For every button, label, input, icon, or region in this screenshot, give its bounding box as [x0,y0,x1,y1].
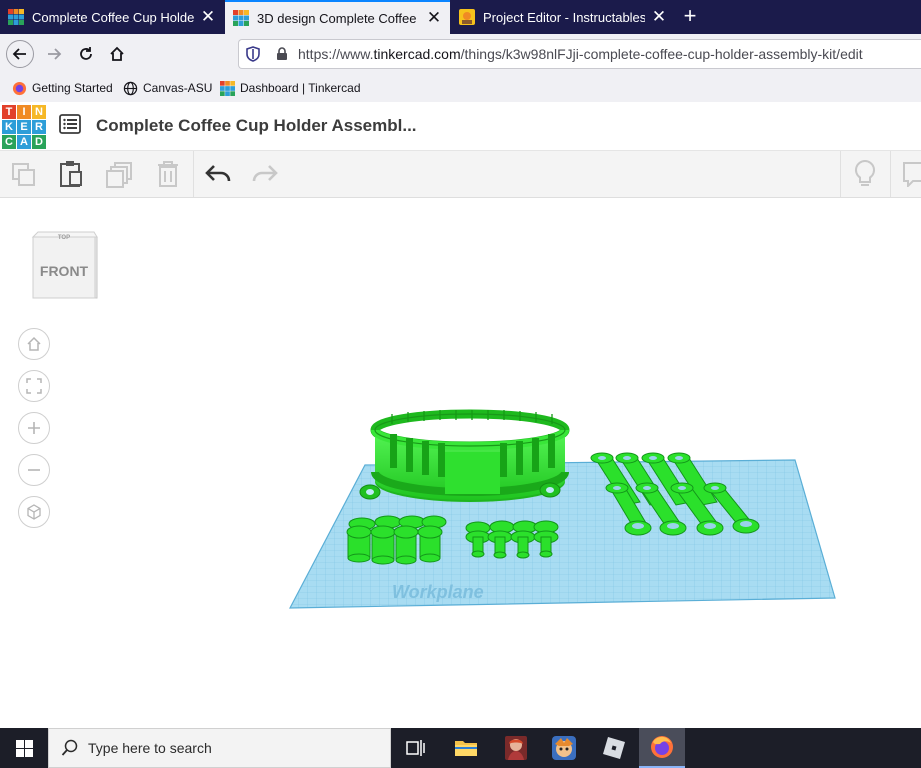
url-prefix: https://www. [298,46,374,62]
notes-icon[interactable] [900,161,921,187]
folder-icon [455,741,477,756]
firefox-icon [12,81,27,95]
delete-icon[interactable] [156,160,180,188]
browser-tab[interactable]: Complete Coffee Cup Holder A ✕ [0,0,224,34]
back-button[interactable] [6,40,34,68]
bookmark-getting-started[interactable]: Getting Started [12,79,113,97]
logo-letter: A [17,135,31,149]
tinkercad-logo[interactable]: TIN KER CAD [2,105,46,149]
perspective-toggle-button[interactable] [18,496,50,528]
view-cube-top-label: TOP [58,235,70,241]
tab-title: Complete Coffee Cup Holder A [32,9,194,25]
task-view-button[interactable] [393,728,439,768]
fit-view-icon [26,378,42,394]
paste-icon[interactable] [58,160,84,188]
reload-icon [80,47,92,60]
back-arrow-icon [12,48,26,60]
reload-button[interactable] [72,40,100,68]
fit-all-button[interactable] [18,370,50,402]
cube-icon [27,504,41,520]
undo-icon[interactable] [205,164,231,184]
design-menu-button[interactable] [59,114,81,139]
toolbar-divider [890,151,891,197]
bookmark-label: Canvas-ASU [143,81,213,95]
character-app-icon [505,736,527,760]
zoom-in-button[interactable] [18,412,50,444]
toolbar-divider [840,151,841,197]
forward-button[interactable] [40,40,68,68]
scene-3d[interactable]: Workplane [280,400,850,620]
bookmark-dashboard-tinkercad[interactable]: Dashboard | Tinkercad [220,79,361,97]
duplicate-icon[interactable] [106,161,134,189]
close-tab-icon[interactable]: ✕ [651,8,667,25]
logo-letter: R [32,120,46,134]
workplane-label: Workplane [392,582,484,602]
logo-letter: T [2,105,16,119]
new-tab-button[interactable]: + [678,5,702,29]
view-cube-front-label: FRONT [40,263,89,279]
padlock-icon[interactable] [276,47,288,61]
home-icon [27,336,41,351]
bookmark-label: Dashboard | Tinkercad [240,81,361,95]
logo-letter: C [2,135,16,149]
firefox-taskbar-button[interactable] [639,728,685,768]
logo-letter: N [32,105,46,119]
tracking-protection-icon[interactable] [246,46,260,62]
logo-letter: I [17,105,31,119]
bookmark-label: Getting Started [32,81,113,95]
file-explorer-button[interactable] [443,728,489,768]
logo-letter: D [32,135,46,149]
tinkercad-favicon-icon [233,10,249,26]
plus-icon [28,422,40,434]
globe-icon [123,81,138,95]
logo-letter: E [17,120,31,134]
editor-toolbar [0,151,921,198]
design-title[interactable]: Complete Coffee Cup Holder Assembl... [96,116,417,136]
tab-title: Project Editor - Instructables [483,9,645,25]
redo-icon[interactable] [252,164,278,184]
url-path: /things/k3w98nlFJji-complete-coffee-cup-… [460,46,863,62]
pinned-app-button[interactable] [493,728,539,768]
tinkercad-favicon-icon [8,9,24,25]
tab-title: 3D design Complete Coffee Cu [257,10,420,26]
pinned-app-button[interactable] [541,728,587,768]
search-icon [61,739,78,756]
url-host: tinkercad.com [373,46,461,62]
zoom-out-button[interactable] [18,454,50,486]
browser-tab-active[interactable]: 3D design Complete Coffee Cu ✕ [225,0,450,34]
roblox-icon [603,737,625,759]
pinned-app-button[interactable] [591,728,637,768]
game-app-icon [552,736,576,760]
minus-icon [28,469,40,471]
start-button[interactable] [0,728,48,768]
search-placeholder: Type here to search [88,740,212,756]
list-menu-icon [59,114,81,134]
logo-letter: K [2,120,16,134]
browser-tab[interactable]: Project Editor - Instructables ✕ [451,0,675,34]
windows-logo-icon [15,739,33,757]
lightbulb-icon[interactable] [852,159,878,189]
peg-set-large[interactable] [346,515,447,565]
home-view-button[interactable] [18,328,50,360]
home-icon [110,46,124,61]
task-view-icon [406,740,425,756]
toolbar-divider [193,151,194,197]
view-cube[interactable]: FRONT TOP [28,228,100,306]
instructables-favicon-icon [459,9,475,25]
cup-holder-ring[interactable] [359,409,570,502]
home-button[interactable] [103,40,131,68]
bookmark-canvas-asu[interactable]: Canvas-ASU [123,79,212,97]
forward-arrow-icon [48,48,62,60]
close-tab-icon[interactable]: ✕ [200,8,216,25]
url-text[interactable]: https://www.tinkercad.com/things/k3w98nl… [298,46,863,62]
copy-icon[interactable] [11,162,37,188]
tinkercad-favicon-icon [220,80,235,96]
firefox-icon [651,736,673,758]
close-tab-icon[interactable]: ✕ [426,9,442,26]
